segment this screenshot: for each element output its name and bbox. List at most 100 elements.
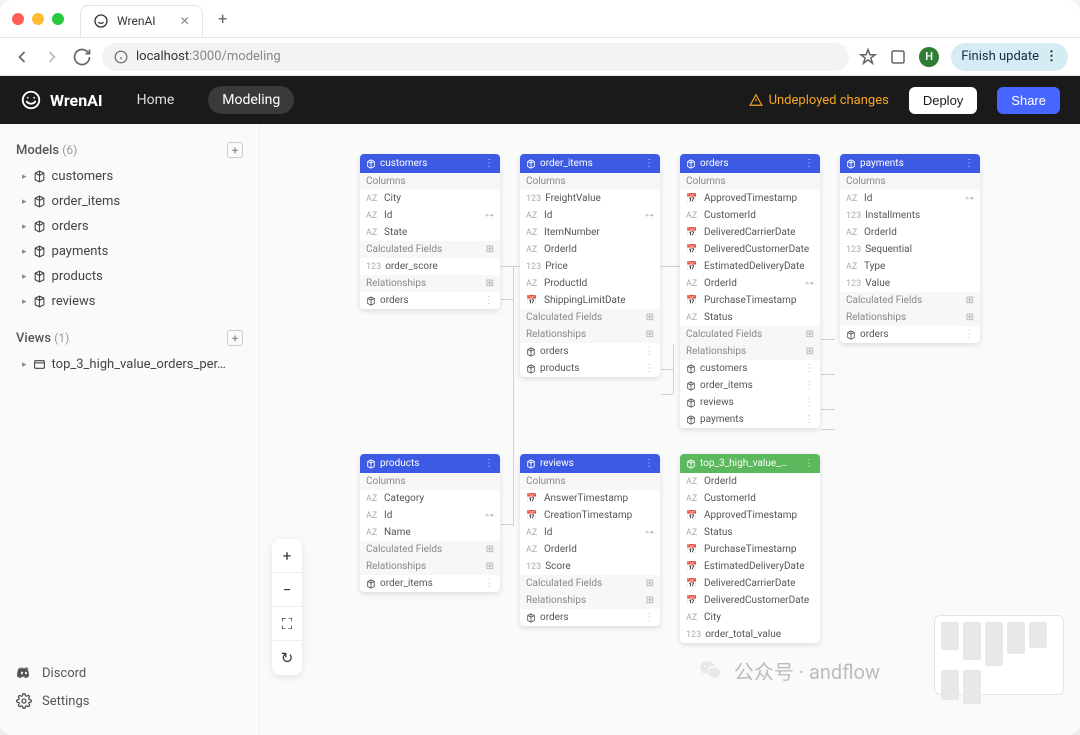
browser-tab[interactable]: WrenAI ✕ [80,5,203,37]
entity-relationship[interactable]: orders⋮ [520,609,660,626]
entity-field[interactable]: AZId⊶ [520,524,660,541]
fit-view-button[interactable]: ⛶ [272,607,302,641]
entity-relationship[interactable]: orders⋮ [840,326,980,343]
window-maximize-icon[interactable] [52,13,64,25]
entity-field[interactable]: 📅ShippingLimitDate [520,292,660,309]
entity-header[interactable]: orders⋮ [680,154,820,173]
add-relationship-icon[interactable]: ⊞ [486,561,494,572]
entity-header[interactable]: order_items⋮ [520,154,660,173]
entity-relationship[interactable]: orders⋮ [520,343,660,360]
entity-field[interactable]: 📅CreationTimestamp [520,507,660,524]
relationship-more-icon[interactable]: ⋮ [804,397,814,408]
extensions-icon[interactable] [889,48,907,66]
add-relationship-icon[interactable]: ⊞ [486,278,494,289]
entity-field[interactable]: AZId⊶ [520,207,660,224]
entity-field[interactable]: 📅DeliveredCarrierDate [680,575,820,592]
entity-field[interactable]: 123Price [520,258,660,275]
entity-field[interactable]: AZId⊶ [360,207,500,224]
entity-relationship[interactable]: orders⋮ [360,292,500,309]
minimap[interactable] [934,615,1064,695]
entity-field[interactable]: 📅AnswerTimestamp [520,490,660,507]
entity-order-items[interactable]: order_items⋮Columns123FreightValueAZId⊶A… [520,154,660,377]
relationship-more-icon[interactable]: ⋮ [484,578,494,589]
url-field[interactable]: localhost:3000/modeling [102,43,849,71]
entity-field[interactable]: AZOrderId⊶ [680,275,820,292]
entity-field[interactable]: AZStatus [680,524,820,541]
entity-relationship[interactable]: products⋮ [520,360,660,377]
entity-field[interactable]: 123Value [840,275,980,292]
entity-field[interactable]: 📅ApprovedTimestamp [680,507,820,524]
entity-relationship[interactable]: customers⋮ [680,360,820,377]
entity-products[interactable]: products⋮ColumnsAZCategoryAZId⊶AZNameCal… [360,454,500,592]
sidebar-item-order_items[interactable]: ▸order_items [0,189,259,214]
entity-relationship[interactable]: payments⋮ [680,411,820,428]
entity-relationship[interactable]: reviews⋮ [680,394,820,411]
entity-relationship[interactable]: order_items⋮ [680,377,820,394]
entity-header[interactable]: reviews⋮ [520,454,660,473]
nav-modeling[interactable]: Modeling [208,86,294,114]
entity-field[interactable]: AZOrderId [840,224,980,241]
entity-reviews[interactable]: reviews⋮Columns📅AnswerTimestamp📅Creation… [520,454,660,626]
entity-field[interactable]: 📅PurchaseTimestamp [680,541,820,558]
entity-field[interactable]: 123order_total_value [680,626,820,643]
relationship-more-icon[interactable]: ⋮ [644,363,654,374]
add-model-button[interactable]: + [227,142,243,158]
entity-field[interactable]: 123Score [520,558,660,575]
nav-home[interactable]: Home [123,86,189,114]
entity-view-top3[interactable]: top_3_high_value_…⋮AZOrderIdAZCustomerId… [680,454,820,643]
entity-field[interactable]: 📅EstimatedDeliveryDate [680,258,820,275]
entity-field[interactable]: AZOrderId [520,541,660,558]
relationship-more-icon[interactable]: ⋮ [644,346,654,357]
entity-more-icon[interactable]: ⋮ [964,158,974,169]
modeling-canvas[interactable]: customers⋮ColumnsAZCityAZId⊶AZStateCalcu… [260,124,1080,735]
entity-field[interactable]: AZName [360,524,500,541]
entity-header[interactable]: payments⋮ [840,154,980,173]
entity-field[interactable]: AZStatus [680,309,820,326]
add-calculated-icon[interactable]: ⊞ [486,244,494,255]
entity-more-icon[interactable]: ⋮ [484,158,494,169]
zoom-in-button[interactable]: + [272,539,302,573]
sidebar-item-reviews[interactable]: ▸reviews [0,289,259,314]
sidebar-item-customers[interactable]: ▸customers [0,164,259,189]
bookmark-star-icon[interactable] [859,48,877,66]
entity-field[interactable]: AZId⊶ [360,507,500,524]
tab-close-icon[interactable]: ✕ [180,14,190,28]
entity-more-icon[interactable]: ⋮ [804,158,814,169]
add-relationship-icon[interactable]: ⊞ [646,595,654,606]
relationship-more-icon[interactable]: ⋮ [804,363,814,374]
entity-field[interactable]: AZCategory [360,490,500,507]
relationship-more-icon[interactable]: ⋮ [484,295,494,306]
add-relationship-icon[interactable]: ⊞ [646,329,654,340]
relationship-more-icon[interactable]: ⋮ [964,329,974,340]
sidebar-item-products[interactable]: ▸products [0,264,259,289]
add-relationship-icon[interactable]: ⊞ [806,346,814,357]
new-tab-button[interactable]: + [211,7,235,31]
brand-logo[interactable]: WrenAI [20,89,103,111]
entity-field[interactable]: 123Sequential [840,241,980,258]
entity-field[interactable]: 📅DeliveredCarrierDate [680,224,820,241]
entity-field[interactable]: AZType [840,258,980,275]
entity-more-icon[interactable]: ⋮ [644,458,654,469]
entity-field[interactable]: 📅DeliveredCustomerDate [680,241,820,258]
relationship-more-icon[interactable]: ⋮ [804,380,814,391]
window-close-icon[interactable] [12,13,24,25]
entity-field[interactable]: AZState [360,224,500,241]
add-relationship-icon[interactable]: ⊞ [966,312,974,323]
entity-field[interactable]: 📅PurchaseTimestamp [680,292,820,309]
entity-field[interactable]: AZOrderId [520,241,660,258]
window-minimize-icon[interactable] [32,13,44,25]
entity-field[interactable]: 123FreightValue [520,190,660,207]
finish-update-button[interactable]: Finish update ⋮ [951,43,1068,71]
sidebar-settings-link[interactable]: Settings [16,687,243,715]
add-calculated-icon[interactable]: ⊞ [966,295,974,306]
entity-field[interactable]: AZOrderId [680,473,820,490]
add-calculated-icon[interactable]: ⊞ [646,312,654,323]
entity-field[interactable]: AZCustomerId [680,207,820,224]
entity-field[interactable]: AZCustomerId [680,490,820,507]
relationship-more-icon[interactable]: ⋮ [804,414,814,425]
entity-field[interactable]: AZItemNumber [520,224,660,241]
entity-field[interactable]: 📅DeliveredCustomerDate [680,592,820,609]
entity-more-icon[interactable]: ⋮ [804,458,814,469]
reset-view-button[interactable]: ↻ [272,641,302,675]
entity-header[interactable]: products⋮ [360,454,500,473]
